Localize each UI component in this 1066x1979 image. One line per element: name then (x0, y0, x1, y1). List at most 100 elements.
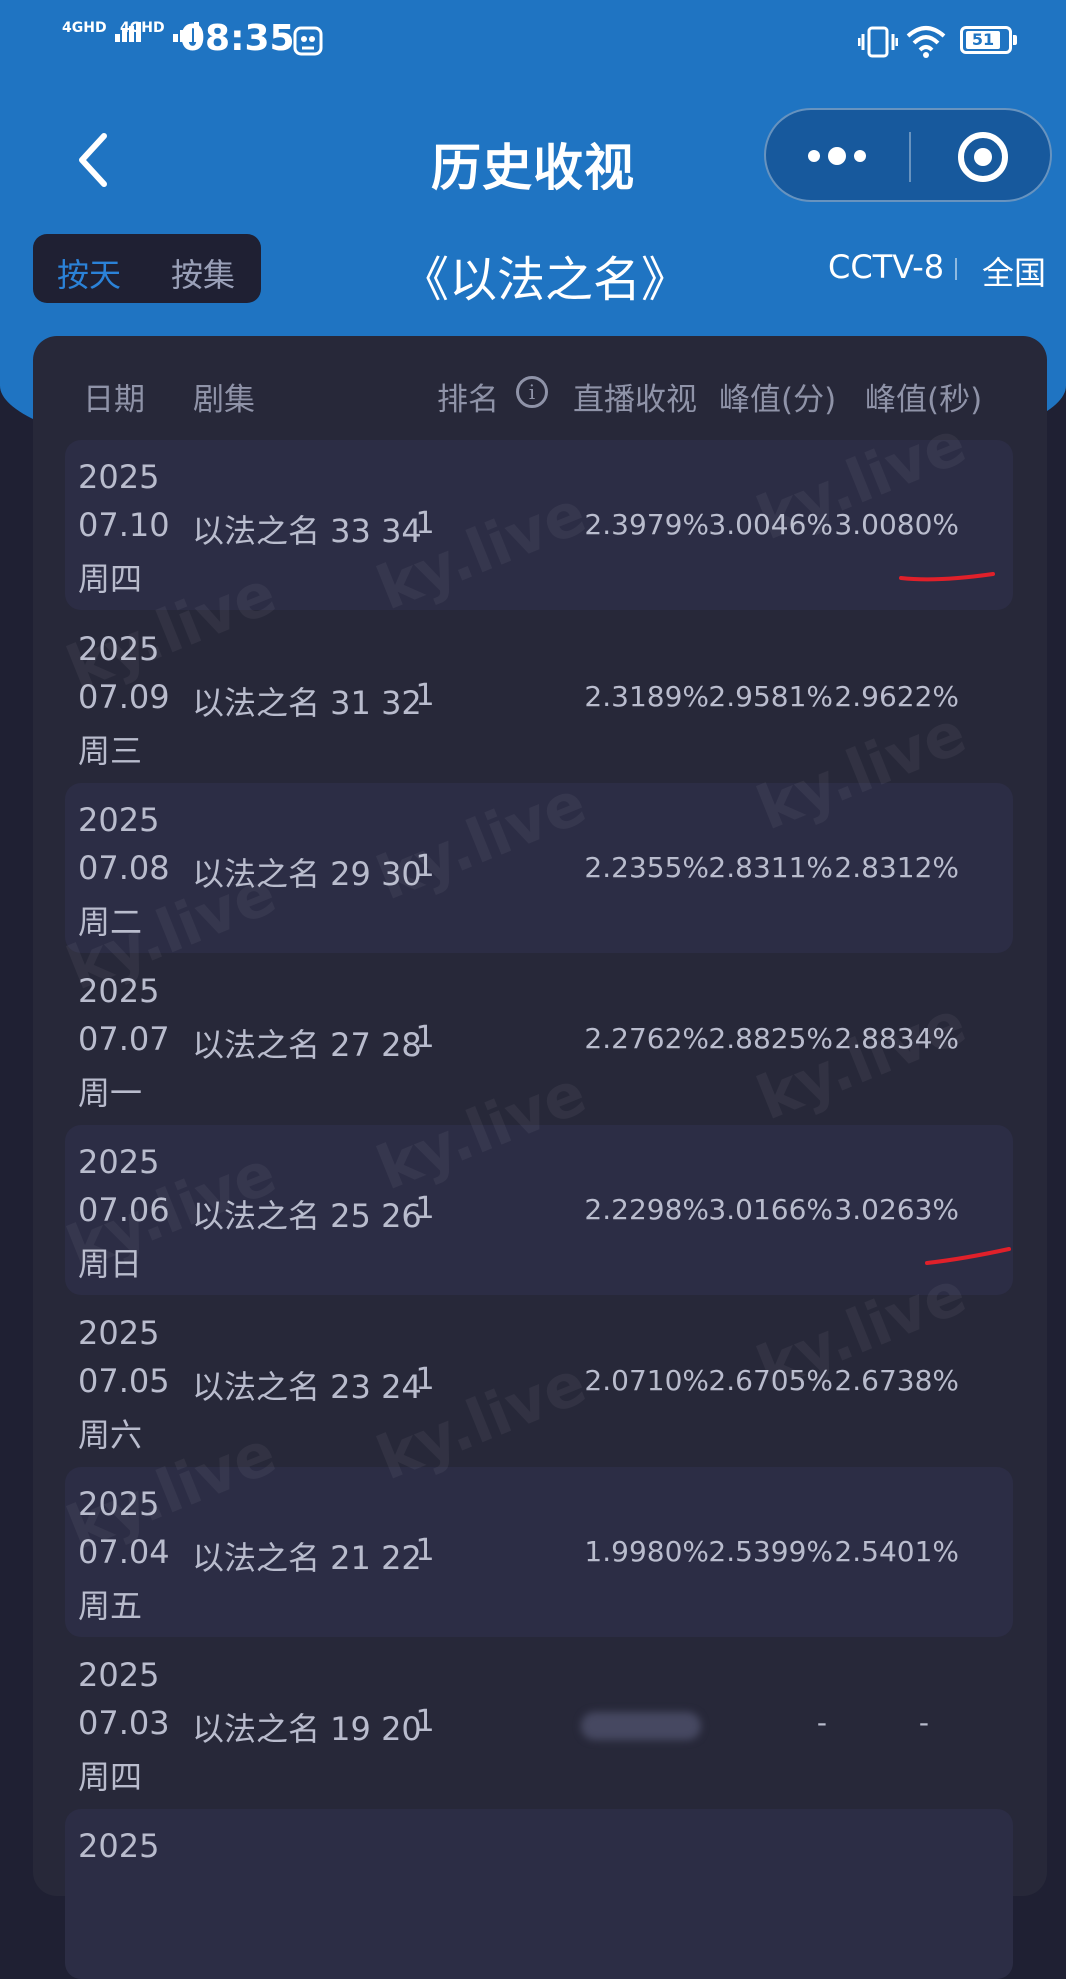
row-live-rating: 1.9980% (584, 1535, 709, 1568)
row-peak-minute: 3.0046% (708, 508, 833, 541)
tab-by-day[interactable]: 按天 (57, 250, 121, 296)
target-icon[interactable] (956, 130, 1010, 184)
vibrate-icon (858, 26, 898, 58)
row-date: 07.05 (78, 1362, 170, 1400)
row-rank: 1 (415, 1704, 435, 1739)
table-row[interactable]: 2025 07.07 周一 以法之名 27 28 1 2.2762% 2.882… (65, 954, 1013, 1124)
row-peak-second: 2.9622% (834, 680, 959, 713)
row-episode: 以法之名 21 22 (192, 1539, 422, 1577)
row-rank: 1 (415, 1020, 435, 1055)
row-rank: 1 (415, 1191, 435, 1226)
row-year: 2025 (78, 630, 160, 668)
row-date: 07.09 (78, 678, 170, 716)
row-peak-minute: 2.5399% (708, 1535, 833, 1568)
row-peak-second: 2.8834% (834, 1022, 959, 1055)
row-year: 2025 (78, 801, 160, 839)
row-peak-second: - (918, 1706, 929, 1739)
row-weekday: 周日 (78, 1245, 143, 1283)
ratings-table: 日期 剧集 排名 i 直播收视 峰值(分) 峰值(秒) 2025 07.10 周… (33, 336, 1047, 1979)
row-episode: 以法之名 29 30 (192, 855, 422, 893)
table-row[interactable]: 2025 07.09 周三 以法之名 31 32 1 2.3189% 2.958… (65, 612, 1013, 782)
row-peak-second: 2.8312% (834, 851, 959, 884)
row-peak-minute: - (816, 1706, 827, 1739)
red-underline-annotation (925, 1247, 1011, 1265)
row-year: 2025 (78, 1827, 160, 1865)
row-year: 2025 (78, 1143, 160, 1181)
row-peak-second: 2.6738% (834, 1364, 959, 1397)
row-episode: 以法之名 33 34 (192, 512, 422, 550)
row-year: 2025 (78, 458, 160, 496)
row-episode: 以法之名 23 24 (192, 1368, 422, 1406)
blurred-live-rating (581, 1712, 701, 1740)
status-bar: 4GHD 4GHD 08:35 51 (0, 0, 1066, 84)
drama-title[interactable]: 《以法之名》 (300, 240, 790, 310)
row-peak-second: 2.5401% (834, 1535, 959, 1568)
row-weekday: 周四 (78, 560, 143, 598)
row-weekday: 周一 (78, 1074, 143, 1112)
capsule-divider (909, 132, 911, 182)
channel-divider (955, 258, 957, 280)
row-weekday: 周二 (78, 903, 143, 941)
row-live-rating: 2.3979% (584, 508, 709, 541)
clock: 08:35 (180, 18, 295, 59)
row-live-rating: 2.2298% (584, 1193, 709, 1226)
row-episode: 以法之名 19 20 (192, 1710, 422, 1748)
region-selector[interactable]: 全国 (982, 248, 1046, 294)
row-date: 07.04 (78, 1533, 170, 1571)
row-episode: 以法之名 27 28 (192, 1026, 422, 1064)
row-live-rating: 2.2355% (584, 851, 709, 884)
row-date: 07.06 (78, 1191, 170, 1229)
nav-bar: 历史收视 (0, 100, 1066, 210)
row-peak-minute: 2.6705% (708, 1364, 833, 1397)
mini-program-capsule (764, 108, 1052, 202)
header-date: 日期 (83, 382, 145, 418)
row-peak-minute: 2.8825% (708, 1022, 833, 1055)
row-weekday: 周五 (78, 1587, 143, 1625)
info-icon[interactable]: i (516, 376, 548, 408)
wifi-icon (906, 26, 946, 58)
row-weekday: 周三 (78, 732, 143, 770)
row-year: 2025 (78, 1485, 160, 1523)
row-rank: 1 (415, 1362, 435, 1397)
row-episode: 以法之名 25 26 (192, 1197, 422, 1235)
row-rank: 1 (415, 678, 435, 713)
row-peak-minute: 2.8311% (708, 851, 833, 884)
table-row[interactable]: 2025 07.08 周二 以法之名 29 30 1 2.2355% 2.831… (65, 783, 1013, 953)
table-row[interactable]: 2025 07.04 周五 以法之名 21 22 1 1.9980% 2.539… (65, 1467, 1013, 1637)
tab-by-episode[interactable]: 按集 (171, 250, 235, 296)
row-date: 07.07 (78, 1020, 170, 1058)
row-year: 2025 (78, 1314, 160, 1352)
row-weekday: 周四 (78, 1758, 143, 1796)
row-live-rating: 2.3189% (584, 680, 709, 713)
header-peak-second: 峰值(秒) (865, 382, 983, 418)
row-date: 07.10 (78, 506, 170, 544)
screenshot-icon (293, 26, 323, 56)
row-rank: 1 (415, 1533, 435, 1568)
table-header: 日期 剧集 排名 i 直播收视 峰值(分) 峰值(秒) (33, 336, 1047, 436)
header-peak-minute: 峰值(分) (719, 382, 837, 418)
red-underline-annotation (899, 572, 995, 582)
row-peak-second: 3.0080% (834, 508, 959, 541)
row-weekday: 周六 (78, 1416, 143, 1454)
battery-level: 51 (966, 31, 1000, 49)
row-rank: 1 (415, 506, 435, 541)
row-rank: 1 (415, 849, 435, 884)
row-live-rating: 2.2762% (584, 1022, 709, 1055)
row-peak-second: 3.0263% (834, 1193, 959, 1226)
row-live-rating: 2.0710% (584, 1364, 709, 1397)
header-rank: 排名 (437, 382, 499, 418)
more-dots-icon[interactable] (806, 144, 868, 168)
channel-selector[interactable]: CCTV-8 (828, 248, 944, 286)
table-row[interactable]: 2025 07.03 周四 以法之名 19 20 1 - - (65, 1638, 1013, 1808)
table-row[interactable]: 2025 (65, 1809, 1013, 1979)
table-row[interactable]: 2025 07.10 周四 以法之名 33 34 1 2.3979% 3.004… (65, 440, 1013, 610)
table-row[interactable]: 2025 07.05 周六 以法之名 23 24 1 2.0710% 2.670… (65, 1296, 1013, 1466)
row-year: 2025 (78, 972, 160, 1010)
row-peak-minute: 2.9581% (708, 680, 833, 713)
table-row[interactable]: 2025 07.06 周日 以法之名 25 26 1 2.2298% 3.016… (65, 1125, 1013, 1295)
row-year: 2025 (78, 1656, 160, 1694)
row-date: 07.08 (78, 849, 170, 887)
row-date: 07.03 (78, 1704, 170, 1742)
row-peak-minute: 3.0166% (708, 1193, 833, 1226)
header-live-rating: 直播收视 (573, 382, 697, 418)
